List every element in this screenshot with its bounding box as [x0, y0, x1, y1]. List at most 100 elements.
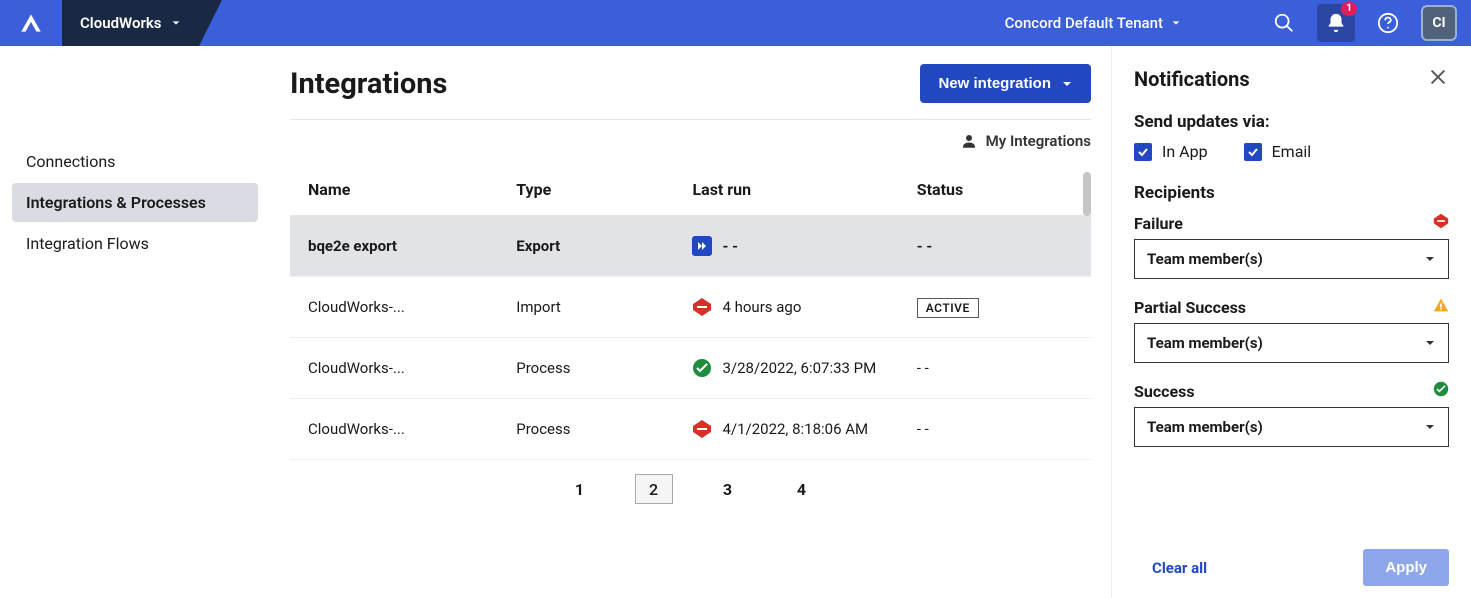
cell-status: ACTIVE	[899, 277, 1091, 338]
success-icon	[1433, 381, 1449, 401]
select-value: Team member(s)	[1147, 334, 1263, 352]
clear-all-button[interactable]: Clear all	[1134, 559, 1207, 577]
chevron-down-icon	[1061, 78, 1073, 90]
recipient-group-success: Success Team member(s)	[1134, 381, 1449, 447]
cell-last-run: - -	[674, 216, 898, 277]
table-row[interactable]: CloudWorks-... Process 4/1/2022, 8:18:06…	[290, 399, 1091, 460]
avatar-initials: CI	[1432, 15, 1445, 31]
topbar-right: Concord Default Tenant 1 CI	[1005, 0, 1471, 46]
notifications-footer: Clear all Apply	[1134, 529, 1449, 586]
top-navbar: CloudWorks Concord Default Tenant 1 CI	[0, 0, 1471, 46]
notification-badge: 1	[1341, 2, 1357, 16]
close-icon	[1427, 66, 1449, 88]
chevron-down-icon	[1424, 337, 1436, 349]
success-icon	[692, 358, 712, 378]
col-last-run[interactable]: Last run	[674, 168, 898, 216]
page-title: Integrations	[290, 67, 447, 101]
failure-label: Failure	[1134, 214, 1183, 233]
chevron-down-icon	[171, 18, 181, 28]
page-1[interactable]: 1	[561, 474, 599, 504]
logo-icon	[18, 10, 44, 36]
cell-name: CloudWorks-...	[290, 338, 498, 399]
send-updates-label: Send updates via:	[1134, 112, 1449, 132]
content-area: Integrations New integration My Integrat…	[270, 46, 1111, 598]
cell-name: bqe2e export	[290, 216, 498, 277]
checkbox-email[interactable]: Email	[1244, 142, 1312, 161]
fail-icon	[1433, 213, 1449, 233]
scrollbar-thumb[interactable]	[1083, 172, 1091, 216]
page-2[interactable]: 2	[635, 474, 673, 504]
sidebar-item-label: Connections	[26, 152, 115, 171]
chevron-down-icon	[1424, 253, 1436, 265]
forward-icon	[692, 236, 712, 256]
integrations-table-wrap: Name Type Last run Status bqe2e export E…	[290, 168, 1091, 460]
cell-type: Process	[498, 399, 674, 460]
pagination: 1 2 3 4	[290, 460, 1091, 508]
close-button[interactable]	[1427, 66, 1449, 92]
col-name[interactable]: Name	[290, 168, 498, 216]
page-4[interactable]: 4	[783, 474, 821, 504]
my-integrations-row: My Integrations	[290, 120, 1091, 168]
partial-label: Partial Success	[1134, 298, 1246, 317]
cell-name: CloudWorks-...	[290, 399, 498, 460]
checkbox-label: In App	[1162, 142, 1208, 161]
table-row[interactable]: CloudWorks-... Process 3/28/2022, 6:07:3…	[290, 338, 1091, 399]
cell-name: CloudWorks-...	[290, 277, 498, 338]
notifications-panel: Notifications Send updates via: In App E…	[1111, 46, 1471, 598]
my-integrations-toggle[interactable]: My Integrations	[960, 132, 1091, 150]
page-3[interactable]: 3	[709, 474, 747, 504]
checkbox-in-app[interactable]: In App	[1134, 142, 1208, 161]
app-switcher[interactable]: CloudWorks	[62, 0, 199, 46]
select-value: Team member(s)	[1147, 250, 1263, 268]
partial-select[interactable]: Team member(s)	[1134, 323, 1449, 363]
recipient-group-partial: Partial Success Team member(s)	[1134, 297, 1449, 363]
sidebar-item-integrations-processes[interactable]: Integrations & Processes	[12, 183, 258, 222]
warning-icon	[1433, 297, 1449, 317]
col-status[interactable]: Status	[899, 168, 1091, 216]
chevron-down-icon	[1424, 421, 1436, 433]
user-icon	[960, 132, 978, 150]
select-value: Team member(s)	[1147, 418, 1263, 436]
brand-logo[interactable]	[0, 0, 62, 46]
notifications-button[interactable]: 1	[1317, 4, 1355, 42]
table-row[interactable]: CloudWorks-... Import 4 hours ago AC	[290, 277, 1091, 338]
checkbox-icon	[1134, 143, 1152, 161]
search-button[interactable]	[1265, 4, 1303, 42]
cell-type: Process	[498, 338, 674, 399]
cell-last-run: 4 hours ago	[674, 277, 898, 338]
success-label: Success	[1134, 382, 1195, 401]
cell-status: - -	[899, 338, 1091, 399]
col-type[interactable]: Type	[498, 168, 674, 216]
checkbox-icon	[1244, 143, 1262, 161]
recipients-label: Recipients	[1134, 183, 1449, 203]
cell-type: Import	[498, 277, 674, 338]
cell-status: - -	[899, 216, 1091, 277]
cell-last-run: 3/28/2022, 6:07:33 PM	[674, 338, 898, 399]
last-run-text: 4/1/2022, 8:18:06 AM	[722, 420, 868, 438]
notifications-title: Notifications	[1134, 67, 1250, 91]
help-button[interactable]	[1369, 4, 1407, 42]
help-icon	[1377, 12, 1399, 34]
fail-icon	[692, 419, 712, 439]
last-run-text: - -	[722, 237, 738, 255]
main-layout: Connections Integrations & Processes Int…	[0, 46, 1471, 598]
bell-icon	[1325, 12, 1347, 34]
cell-last-run: 4/1/2022, 8:18:06 AM	[674, 399, 898, 460]
app-name: CloudWorks	[80, 14, 161, 32]
table-row[interactable]: bqe2e export Export - - - -	[290, 216, 1091, 277]
sidebar-item-integration-flows[interactable]: Integration Flows	[12, 224, 258, 263]
last-run-text: 3/28/2022, 6:07:33 PM	[722, 359, 876, 377]
success-select[interactable]: Team member(s)	[1134, 407, 1449, 447]
fail-icon	[692, 297, 712, 317]
failure-select[interactable]: Team member(s)	[1134, 239, 1449, 279]
tenant-dropdown[interactable]: Concord Default Tenant	[1005, 14, 1181, 32]
channel-checkboxes: In App Email	[1134, 142, 1449, 161]
new-integration-button[interactable]: New integration	[920, 64, 1091, 103]
cell-status: - -	[899, 399, 1091, 460]
checkbox-label: Email	[1272, 142, 1312, 161]
sidebar-item-label: Integration Flows	[26, 234, 149, 253]
user-avatar[interactable]: CI	[1421, 5, 1457, 41]
sidebar: Connections Integrations & Processes Int…	[0, 46, 270, 598]
apply-button[interactable]: Apply	[1363, 549, 1449, 586]
sidebar-item-connections[interactable]: Connections	[12, 142, 258, 181]
